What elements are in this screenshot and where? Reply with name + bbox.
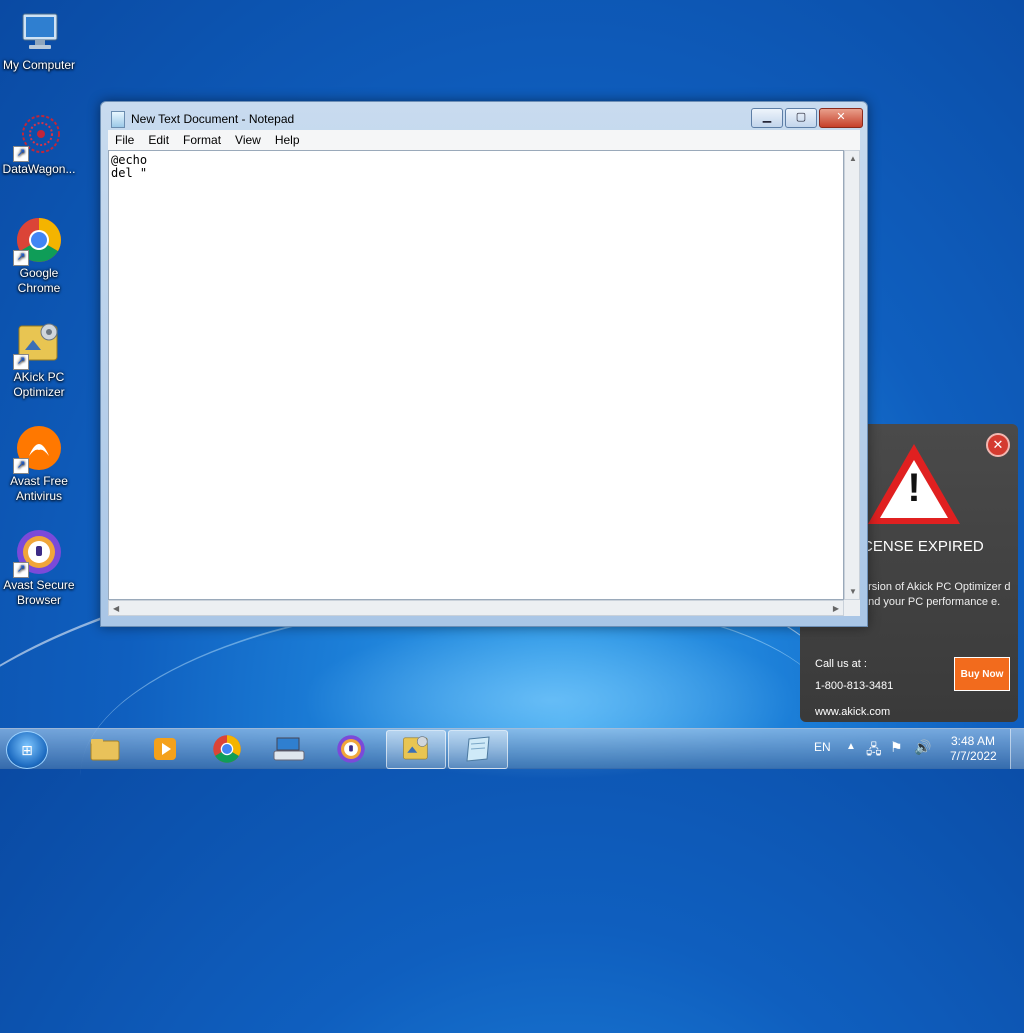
desktop-icon-label: AKick PC Optimizer: [13, 370, 65, 399]
menu-help[interactable]: Help: [268, 133, 307, 147]
desktop-icon-akick[interactable]: ↗ AKick PC Optimizer: [0, 320, 78, 400]
menu-format[interactable]: Format: [176, 133, 228, 147]
avast-antivirus-icon: ↗: [13, 424, 63, 474]
volume-icon[interactable]: 🔊: [914, 739, 931, 756]
desktop-icon-label: Avast Free Antivirus: [10, 474, 68, 503]
shortcut-arrow-icon: ↗: [13, 562, 29, 578]
language-indicator[interactable]: EN: [814, 740, 831, 754]
avast-browser-icon: [337, 735, 365, 763]
scroll-right-icon[interactable]: ▶: [833, 604, 839, 613]
akick-icon: [403, 736, 428, 760]
scroll-down-icon[interactable]: ▼: [849, 587, 857, 596]
computer-icon: [15, 8, 63, 56]
taskbar-notepad[interactable]: [448, 730, 508, 769]
shortcut-arrow-icon: ↗: [13, 146, 29, 162]
window-controls: ▁ ▢ ✕: [751, 108, 863, 128]
taskbar: ⊞ EN ▲ 🖧 ⚑ 🔊 3:48 AM 7/7/2022: [0, 728, 1024, 769]
popup-body: ersion of Akick PC Optimizer d and your …: [862, 581, 1011, 608]
menu-bar: File Edit Format View Help: [108, 130, 860, 150]
maximize-button[interactable]: ▢: [785, 108, 817, 128]
close-button[interactable]: ✕: [819, 108, 863, 128]
horizontal-scrollbar[interactable]: ◀ ▶: [108, 600, 844, 616]
network-icon[interactable]: 🖧: [866, 739, 882, 763]
taskbar-akick[interactable]: [386, 730, 446, 769]
notepad-titlebar[interactable]: New Text Document - Notepad: [111, 110, 294, 128]
notepad-icon: [466, 736, 490, 762]
notepad-icon: [111, 110, 125, 128]
scroll-left-icon[interactable]: ◀: [113, 604, 119, 613]
desktop-icon-avast-browser[interactable]: ↗ Avast Secure Browser: [0, 528, 78, 608]
popup-call-label: Call us at :: [815, 658, 867, 670]
show-desktop-button[interactable]: [1010, 729, 1024, 769]
datawagon-icon: ↗: [13, 112, 63, 162]
taskbar-chrome[interactable]: [198, 730, 256, 767]
shortcut-arrow-icon: ↗: [13, 250, 29, 266]
taskbar-avast-browser[interactable]: [322, 730, 380, 767]
avast-browser-icon: ↗: [13, 528, 63, 578]
menu-file[interactable]: File: [108, 133, 141, 147]
minimize-button[interactable]: ▁: [751, 108, 783, 128]
vertical-scrollbar[interactable]: ▲ ▼: [844, 150, 860, 600]
desktop-icon-my-computer[interactable]: My Computer: [0, 8, 78, 73]
warning-exclamation-icon: !: [907, 466, 921, 510]
show-hidden-icons-button[interactable]: ▲: [846, 741, 856, 752]
desktop-icon-chrome[interactable]: ↗ Google Chrome: [0, 216, 78, 296]
folder-icon: [90, 739, 120, 761]
media-player-icon: [154, 738, 176, 760]
text-editor-area[interactable]: @echo del ": [108, 150, 844, 600]
taskbar-keyboard-app[interactable]: [260, 730, 318, 767]
popup-close-button[interactable]: ✕: [986, 433, 1010, 457]
desktop-icon-datawagon[interactable]: ↗ DataWagon...: [0, 112, 78, 177]
chrome-icon: [213, 735, 241, 763]
desktop-icon-label: Avast Secure Browser: [3, 578, 75, 607]
akick-icon: ↗: [13, 320, 63, 370]
clock[interactable]: 3:48 AM 7/7/2022: [950, 734, 997, 764]
taskbar-media-player[interactable]: [136, 730, 194, 767]
chrome-icon: ↗: [13, 216, 63, 266]
windows-logo-icon: ⊞: [21, 742, 33, 758]
buy-now-button[interactable]: Buy Now: [954, 657, 1010, 691]
desktop-icon-label: Google Chrome: [17, 266, 61, 295]
start-button[interactable]: ⊞: [6, 731, 48, 769]
popup-phone: 1-800-813-3481: [815, 680, 894, 692]
desktop-icon-label: My Computer: [2, 58, 76, 72]
notepad-window: New Text Document - Notepad ▁ ▢ ✕ File E…: [100, 101, 868, 627]
popup-website-link[interactable]: www.akick.com: [815, 706, 890, 718]
shortcut-arrow-icon: ↗: [13, 354, 29, 370]
shortcut-arrow-icon: ↗: [13, 458, 29, 474]
scroll-up-icon[interactable]: ▲: [849, 154, 857, 163]
action-center-flag-icon[interactable]: ⚑: [890, 739, 903, 756]
desktop-icon-label: DataWagon...: [2, 162, 76, 176]
clock-date: 7/7/2022: [950, 749, 997, 763]
menu-edit[interactable]: Edit: [141, 133, 176, 147]
clock-time: 3:48 AM: [950, 734, 996, 748]
window-title: New Text Document - Notepad: [131, 112, 295, 126]
desktop-icon-avast-antivirus[interactable]: ↗ Avast Free Antivirus: [0, 424, 78, 504]
scrollbar-corner: [844, 600, 860, 616]
keyboard-icon: [273, 737, 305, 761]
menu-view[interactable]: View: [228, 133, 268, 147]
taskbar-explorer[interactable]: [76, 730, 134, 767]
